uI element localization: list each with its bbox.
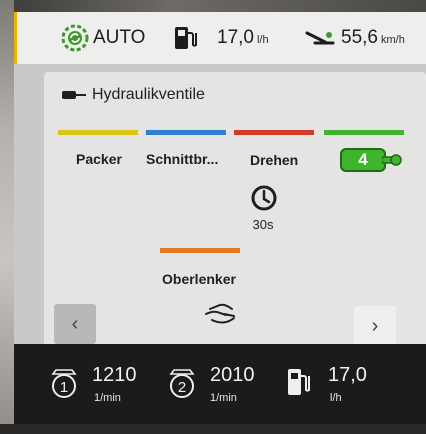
photo-bezel-top bbox=[0, 0, 426, 12]
panel-header: Hydraulikventile bbox=[62, 86, 205, 104]
photo-bezel-bottom bbox=[0, 424, 426, 434]
engine-1-unit: 1/min bbox=[94, 392, 121, 404]
fuel-pump-icon bbox=[288, 369, 310, 395]
speed-value: 55,6 bbox=[341, 27, 378, 48]
valve-4-number: 4 bbox=[340, 148, 386, 172]
auto-mode-label: AUTO bbox=[93, 27, 146, 48]
svg-text:2: 2 bbox=[178, 379, 186, 396]
photo-bezel-left bbox=[0, 0, 14, 434]
valve-color-bar-packer bbox=[58, 130, 138, 135]
speed-indicator: 55,6 km/h bbox=[305, 12, 405, 64]
engine-2-value: 2010 bbox=[210, 364, 255, 386]
clock-icon bbox=[251, 185, 277, 211]
prev-page-button[interactable]: ‹ bbox=[54, 304, 96, 344]
bottom-fuel-value: 17,0 bbox=[328, 364, 367, 386]
chevron-left-icon: ‹ bbox=[71, 312, 79, 335]
valve-label-schnittbr[interactable]: Schnittbr... bbox=[146, 151, 218, 167]
hand-icon bbox=[205, 303, 235, 324]
valve-color-bar-oberlenker bbox=[160, 248, 240, 253]
engine-2-unit: 1/min bbox=[210, 392, 237, 404]
status-bar: AUTO 17,0 l/h 55,6 km/h bbox=[14, 12, 426, 64]
auto-mode-indicator[interactable]: AUTO bbox=[61, 12, 145, 64]
valve-color-bar-schnittbr bbox=[146, 130, 226, 135]
auto-mode-icon bbox=[61, 24, 89, 52]
engine-1-icon: 1 bbox=[51, 369, 77, 398]
valve-color-bar-4 bbox=[324, 130, 404, 135]
timer-label: 30s bbox=[252, 217, 274, 232]
speed-unit: km/h bbox=[380, 34, 405, 46]
next-page-button[interactable]: › bbox=[354, 306, 396, 346]
fuel-consumption: 17,0 l/h bbox=[173, 12, 269, 64]
valve-label-oberlenker[interactable]: Oberlenker bbox=[162, 271, 236, 287]
engine-1-value: 1210 bbox=[92, 364, 137, 386]
valve-icon bbox=[62, 91, 86, 99]
speed-icon bbox=[305, 31, 335, 45]
bottom-status-strip: 1 1210 1/min 2 2010 1/min 17,0 l/h bbox=[14, 344, 426, 424]
chevron-right-icon: › bbox=[371, 314, 379, 337]
valve-4-button[interactable]: 4 bbox=[340, 148, 402, 172]
engine-1-readout: 1 1210 1/min bbox=[14, 344, 137, 424]
engine-2-icon: 2 bbox=[169, 369, 195, 398]
valve-label-drehen[interactable]: Drehen bbox=[250, 152, 298, 168]
svg-text:1: 1 bbox=[60, 379, 68, 396]
valve-4-connector-icon bbox=[382, 154, 402, 166]
valve-label-packer[interactable]: Packer bbox=[76, 151, 122, 167]
engine-2-readout: 2 2010 1/min bbox=[154, 344, 274, 424]
valve-color-bar-drehen bbox=[234, 130, 314, 135]
panel-title: Hydraulikventile bbox=[92, 86, 205, 103]
bottom-fuel-readout: 17,0 l/h bbox=[284, 344, 404, 424]
bottom-fuel-unit: l/h bbox=[330, 392, 342, 404]
fuel-pump-icon bbox=[175, 27, 197, 49]
terminal-screen: AUTO 17,0 l/h 55,6 km/h Hydraulikventile… bbox=[14, 12, 426, 424]
fuel-value: 17,0 bbox=[217, 27, 254, 48]
fuel-unit: l/h bbox=[256, 34, 269, 46]
